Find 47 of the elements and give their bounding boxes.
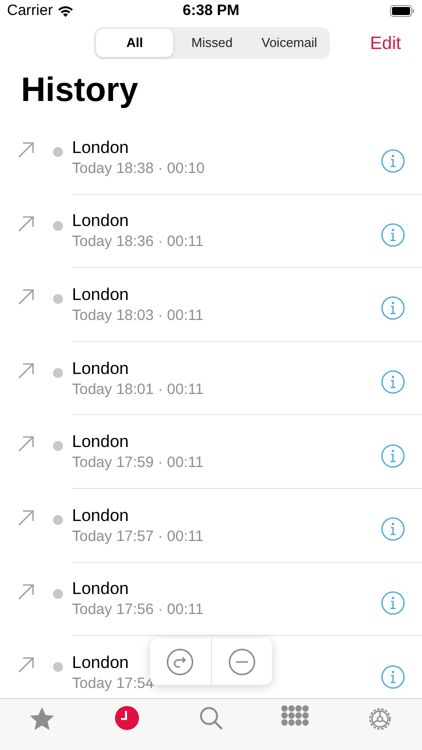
outgoing-arrow-icon [18, 436, 34, 452]
clock-icon[interactable] [114, 705, 140, 731]
status-time: 6:38 PM [182, 0, 240, 21]
redo-icon [166, 648, 194, 676]
caller-name: London [72, 284, 129, 306]
outgoing-arrow-icon [18, 289, 34, 306]
info-icon[interactable] [381, 517, 405, 542]
call-details: Today 18:36 · 00:11 [72, 232, 204, 252]
outgoing-arrow-icon [18, 362, 34, 379]
caller-name: London [72, 136, 129, 159]
outgoing-arrow-icon [18, 584, 34, 600]
outgoing-arrow-icon [18, 510, 34, 526]
info-icon[interactable] [381, 590, 405, 615]
caller-name: London [72, 210, 129, 232]
call-details: Today 17:57 · 00:11 [72, 526, 204, 547]
battery-icon [390, 5, 415, 17]
info-icon[interactable] [381, 444, 405, 468]
search-icon[interactable] [198, 705, 224, 731]
caller-name: London [72, 431, 129, 454]
star-icon[interactable] [28, 705, 56, 733]
page-title: History [21, 73, 140, 107]
call-details: Today 18:03 · 00:11 [72, 306, 204, 326]
dial-pad-icon[interactable] [281, 705, 310, 726]
edit-button[interactable]: Edit [370, 30, 401, 56]
wifi-icon [56, 5, 74, 17]
call-details: Today 17:56 · 00:11 [72, 600, 204, 620]
caller-name: London [72, 578, 129, 600]
caller-name: London [72, 358, 129, 380]
call-details: Today 17:54 [72, 674, 154, 694]
carrier-label: Carrier [7, 0, 53, 21]
minus-circle-icon [228, 648, 256, 676]
caller-name: London [72, 652, 129, 674]
segment-tab[interactable]: All [96, 29, 174, 57]
call-details: Today 18:38 · 00:10 [72, 158, 205, 179]
info-icon[interactable] [381, 664, 405, 689]
outgoing-arrow-icon [18, 216, 34, 232]
info-icon[interactable] [381, 370, 405, 394]
call-details: Today 17:59 · 00:11 [72, 453, 204, 474]
outgoing-arrow-icon [18, 657, 34, 674]
segment-tab[interactable]: Voicemail [250, 29, 328, 57]
caller-name: London [72, 504, 129, 527]
info-icon[interactable] [381, 149, 405, 174]
info-icon[interactable] [381, 222, 405, 247]
call-details: Today 18:01 · 00:11 [72, 380, 204, 400]
outgoing-arrow-icon [18, 142, 34, 158]
info-icon[interactable] [381, 296, 405, 320]
segment-tab[interactable]: Missed [173, 29, 251, 57]
